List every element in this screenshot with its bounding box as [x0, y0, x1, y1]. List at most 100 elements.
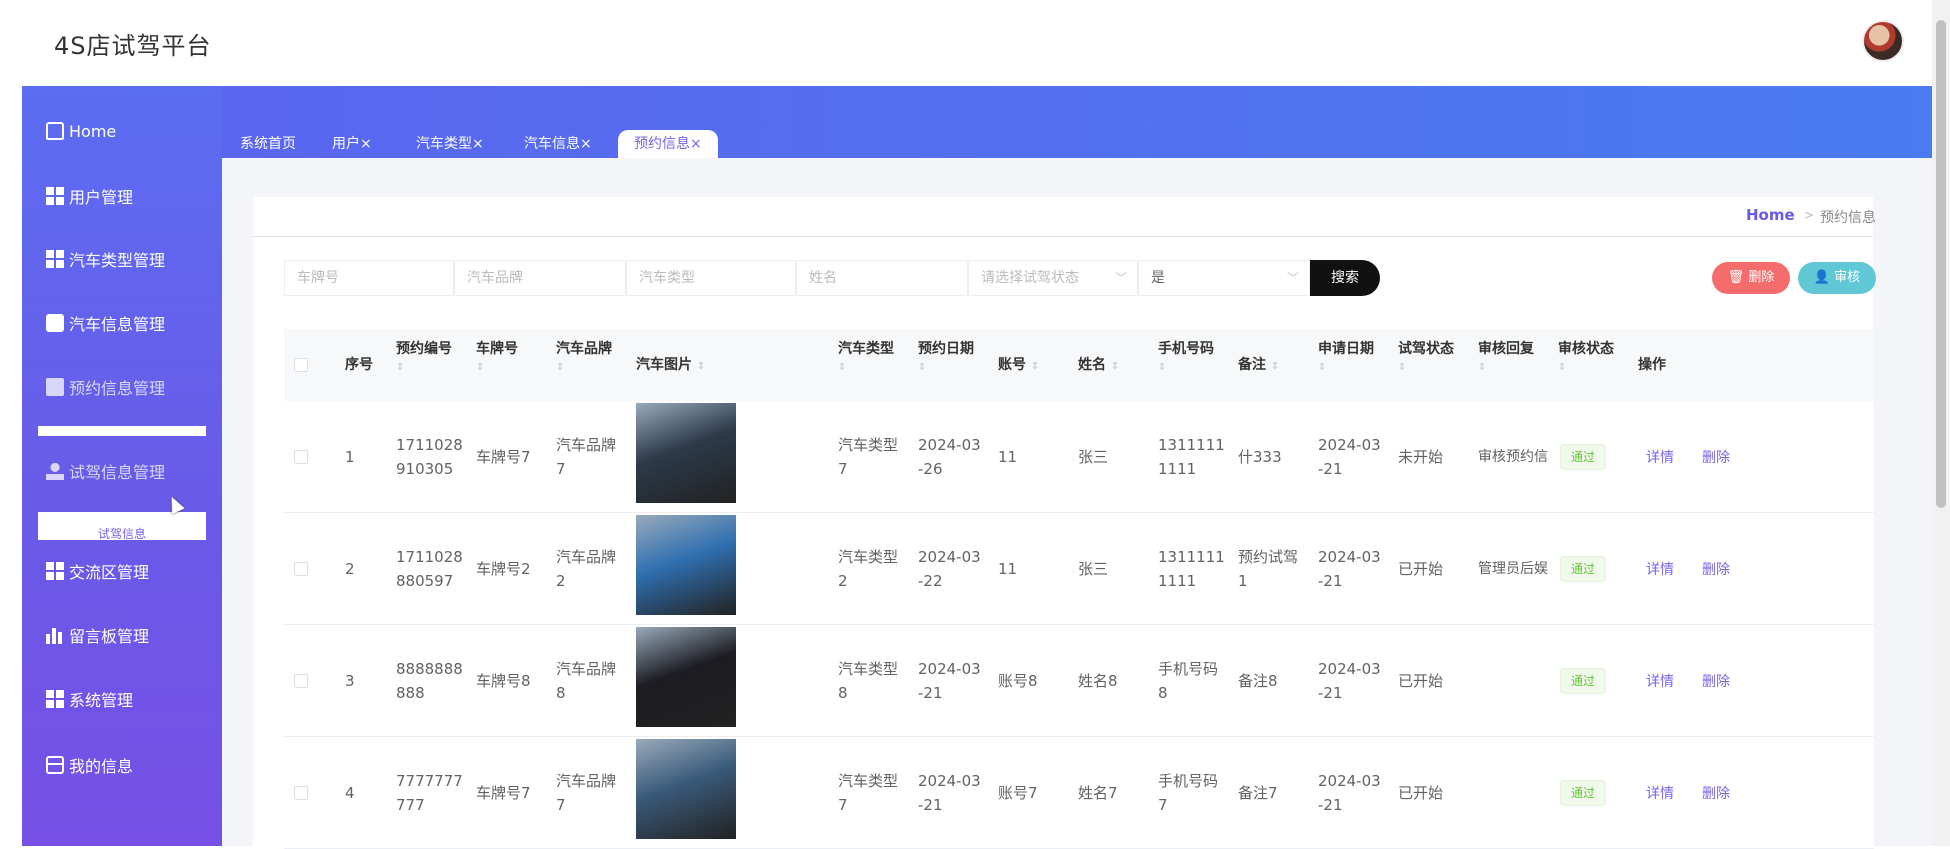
detail-link[interactable]: 详情 [1646, 783, 1674, 803]
page-scrollbar-thumb[interactable] [1936, 20, 1946, 508]
tab-car-types[interactable]: 汽车类型× [410, 130, 490, 158]
sort-icon[interactable]: ⇕ [1478, 360, 1534, 376]
col-header-image[interactable]: 汽车图片 ⇕ [636, 354, 705, 378]
col-header-note[interactable]: 备注 ⇕ [1238, 354, 1279, 378]
cell-type-line: 汽车类型 [838, 436, 899, 454]
submenu-popup-top [38, 426, 206, 436]
search-button[interactable]: 搜索 [1310, 260, 1380, 296]
audit-button[interactable]: 👤 审核 [1798, 262, 1876, 294]
cell-type-line: 汽车类型 [838, 772, 899, 790]
car-image[interactable] [636, 515, 736, 615]
row-checkbox[interactable] [294, 674, 308, 688]
sort-icon[interactable]: ⇕ [1031, 361, 1039, 372]
sort-icon[interactable]: ⇕ [1271, 361, 1279, 372]
cell-plate: 车牌号7 [476, 784, 531, 802]
tab-car-info[interactable]: 汽车信息× [518, 130, 598, 158]
sort-icon[interactable]: ⇕ [1111, 361, 1119, 372]
bar-chart-icon [46, 626, 64, 644]
col-header-reply[interactable]: 审核回复 ⇕ [1478, 338, 1534, 376]
car-image[interactable] [636, 403, 736, 503]
sidebar-item-car-info[interactable]: 汽车信息管理 [46, 308, 165, 338]
trash-icon: 🗑 [1727, 270, 1749, 285]
cell-brand-line: 汽车品牌 [556, 436, 617, 454]
brand-input[interactable]: 汽车品牌 [454, 260, 626, 296]
cell-code-line: 880597 [396, 572, 454, 590]
cell-code: 1711028 880597 [396, 545, 463, 593]
cell-code-line: 7777777 [396, 772, 463, 790]
col-header-brand[interactable]: 汽车品牌 ⇕ [556, 338, 612, 376]
col-header-name[interactable]: 姓名 ⇕ [1078, 354, 1119, 378]
breadcrumb-home[interactable]: Home [1746, 206, 1795, 224]
detail-link[interactable]: 详情 [1646, 671, 1674, 691]
col-header-account[interactable]: 账号 ⇕ [998, 354, 1039, 378]
col-header-code[interactable]: 预约编号 ⇕ [396, 338, 452, 376]
sort-icon[interactable]: ⇕ [1158, 360, 1214, 376]
cell-drive-status: 未开始 [1398, 448, 1444, 466]
delete-link[interactable]: 删除 [1702, 671, 1730, 691]
detail-link[interactable]: 详情 [1646, 559, 1674, 579]
sort-icon[interactable]: ⇕ [1398, 360, 1454, 376]
audit-select[interactable]: 是 ﹀ [1138, 260, 1310, 296]
sort-icon[interactable]: ⇕ [838, 360, 894, 376]
audit-status-badge: 通过 [1560, 444, 1606, 470]
tab-users[interactable]: 用户× [326, 130, 378, 158]
sidebar-item-system[interactable]: 系统管理 [46, 684, 133, 714]
sort-icon[interactable]: ⇕ [1558, 360, 1614, 376]
sidebar-item-car-types[interactable]: 汽车类型管理 [46, 244, 165, 274]
batch-delete-button[interactable]: 🗑 删除 [1712, 262, 1790, 294]
col-header-audit-status[interactable]: 审核状态 ⇕ [1558, 338, 1614, 376]
cell-brand-line: 7 [556, 460, 566, 478]
row-checkbox[interactable] [294, 786, 308, 800]
col-header-type[interactable]: 汽车类型 ⇕ [838, 338, 894, 376]
select-all-checkbox[interactable] [294, 358, 308, 372]
cell-code: 1711028 910305 [396, 433, 463, 481]
audit-button-label: 审核 [1834, 270, 1861, 285]
col-header-date[interactable]: 预约日期 ⇕ [918, 338, 974, 376]
sidebar-item-reservations[interactable]: 预约信息管理 [46, 372, 165, 402]
col-header-label: 预约日期 [918, 341, 974, 357]
sort-icon[interactable]: ⇕ [697, 361, 705, 372]
sidebar-item-my-info[interactable]: 我的信息 [46, 750, 133, 780]
breadcrumb-separator: > [1804, 208, 1815, 222]
cell-type-line: 汽车类型 [838, 660, 899, 678]
cell-brand-line: 8 [556, 684, 566, 702]
cell-date: 2024-03 -26 [918, 433, 981, 481]
car-image[interactable] [636, 739, 736, 839]
sidebar-item-forum[interactable]: 交流区管理 [46, 556, 149, 586]
sort-icon[interactable]: ⇕ [476, 360, 518, 376]
col-header-phone[interactable]: 手机号码 ⇕ [1158, 338, 1214, 376]
col-header-label: 车牌号 [476, 341, 518, 357]
drive-status-select[interactable]: 请选择试驾状态 ﹀ [968, 260, 1138, 296]
tab-reservations[interactable]: 预约信息× [618, 130, 718, 158]
sort-icon[interactable]: ⇕ [556, 360, 612, 376]
cell-phone-line: 1111 [1158, 572, 1197, 590]
row-checkbox[interactable] [294, 450, 308, 464]
row-checkbox[interactable] [294, 562, 308, 576]
car-image[interactable] [636, 627, 736, 727]
avatar[interactable] [1862, 20, 1904, 62]
cell-apply-date: 2024-03 -21 [1318, 433, 1381, 481]
delete-link[interactable]: 删除 [1702, 447, 1730, 467]
sidebar-item-users[interactable]: 用户管理 [46, 181, 133, 211]
sort-icon[interactable]: ⇕ [918, 360, 974, 376]
sidebar-item-home[interactable]: Home [46, 116, 116, 146]
sidebar-item-label: 留言板管理 [69, 627, 150, 646]
sort-icon[interactable]: ⇕ [1318, 360, 1374, 376]
sidebar-item-messages[interactable]: 留言板管理 [46, 620, 149, 650]
type-input[interactable]: 汽车类型 [626, 260, 796, 296]
delete-link[interactable]: 删除 [1702, 783, 1730, 803]
sort-icon[interactable]: ⇕ [396, 360, 452, 376]
sidebar-item-test-drives[interactable]: 试驾信息管理 [46, 456, 165, 486]
name-input[interactable]: 姓名 [796, 260, 968, 296]
breadcrumb-divider [253, 236, 1873, 237]
col-header-apply-date[interactable]: 申请日期 ⇕ [1318, 338, 1374, 376]
col-header-drive-status[interactable]: 试驾状态 ⇕ [1398, 338, 1454, 376]
tab-home[interactable]: 系统首页 [234, 130, 302, 158]
app-title: 4S店试驾平台 [54, 32, 212, 60]
delete-link[interactable]: 删除 [1702, 559, 1730, 579]
col-header-label: 试驾状态 [1398, 341, 1454, 357]
submenu-popup[interactable]: 试驾信息 [38, 512, 206, 540]
plate-input[interactable]: 车牌号 [284, 260, 454, 296]
detail-link[interactable]: 详情 [1646, 447, 1674, 467]
col-header-plate[interactable]: 车牌号 ⇕ [476, 338, 518, 376]
